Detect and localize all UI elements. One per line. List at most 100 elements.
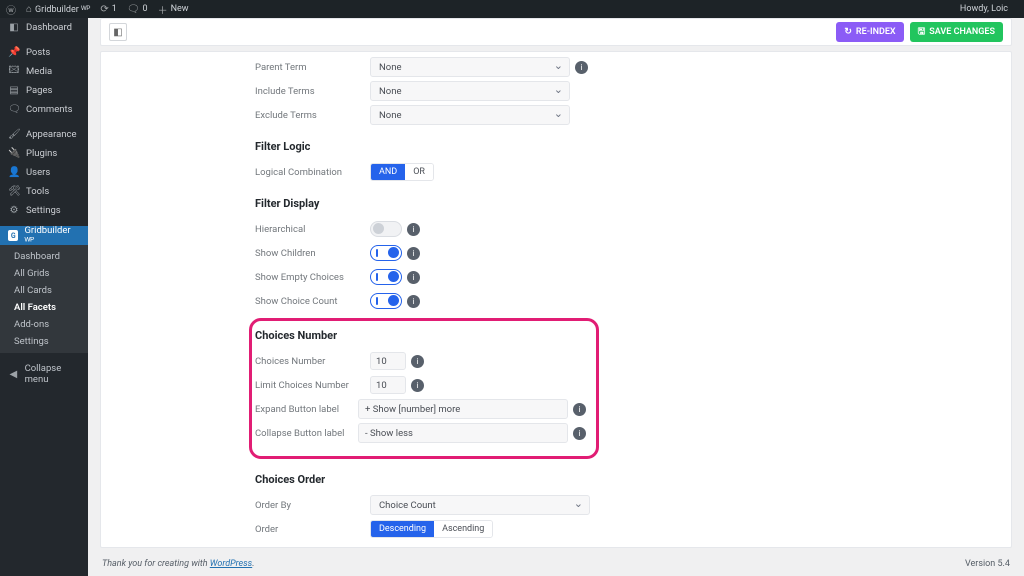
seg-logical-combination: AND OR xyxy=(370,163,434,181)
section-choices-number: Choices Number xyxy=(255,329,586,342)
sidebar-item-comments[interactable]: 🗨 Comments xyxy=(0,100,88,119)
collapse-icon: ◀ xyxy=(8,369,19,380)
sidebar-item-plugins[interactable]: 🔌Plugins xyxy=(0,144,88,163)
site-name: Gridbuilder ᵂᴾ xyxy=(35,4,90,15)
sidebar-item-settings[interactable]: ⚙Settings xyxy=(0,201,88,220)
sub-dashboard[interactable]: Dashboard xyxy=(0,248,88,265)
sidebar-label: Tools xyxy=(26,186,49,197)
input-collapse-label[interactable]: - Show less xyxy=(358,423,568,443)
toggle-show-children[interactable] xyxy=(370,245,402,261)
sidebar-item-appearance[interactable]: 🖌Appearance xyxy=(0,125,88,144)
opt-or[interactable]: OR xyxy=(405,164,433,180)
brush-icon: 🖌 xyxy=(8,129,20,140)
toggle-hierarchical[interactable] xyxy=(370,221,402,237)
dashboard-icon: ◧ xyxy=(8,22,20,33)
howdy-account[interactable]: Howdy, Loic xyxy=(960,4,1008,14)
admin-sidebar: ◧Dashboard 📌Posts 🖾Media ▤Pages 🗨Comment… xyxy=(0,18,88,576)
footer-thanks: Thank you for creating with WordPress. xyxy=(102,559,255,569)
sidebar-label: Pages xyxy=(26,85,52,96)
info-icon[interactable]: i xyxy=(407,271,420,284)
label-order-by: Order By xyxy=(255,500,370,511)
info-icon[interactable]: i xyxy=(407,295,420,308)
sidebar-item-tools[interactable]: 🛠 Tools xyxy=(0,182,88,201)
label-show-count: Show Choice Count xyxy=(255,296,370,307)
sub-settings[interactable]: Settings xyxy=(0,333,88,350)
sidebar-label: Users xyxy=(26,167,50,178)
panel-toolbar: ◧ ↻RE-INDEX 🖫SAVE CHANGES xyxy=(100,18,1012,46)
toggle-show-count[interactable] xyxy=(370,293,402,309)
new-label: New xyxy=(171,4,189,14)
input-limit-choices[interactable]: 10 xyxy=(370,376,406,394)
sidebar-label: Comments xyxy=(26,104,73,115)
sidebar-item-users[interactable]: 👤 Users xyxy=(0,163,88,182)
gridbuilder-icon: G xyxy=(8,230,18,241)
label-hierarchical: Hierarchical xyxy=(255,224,370,235)
info-icon[interactable]: i xyxy=(573,403,586,416)
footer-version: Version 5.4 xyxy=(965,559,1010,569)
save-changes-button[interactable]: 🖫SAVE CHANGES xyxy=(910,22,1003,42)
label-include-terms: Include Terms xyxy=(255,86,370,97)
wp-logo[interactable]: ⓦ xyxy=(6,2,16,17)
sub-all-cards[interactable]: All Cards xyxy=(0,282,88,299)
content-area: ◧ ↻RE-INDEX 🖫SAVE CHANGES Parent Term No… xyxy=(88,18,1024,576)
toggle-show-empty[interactable] xyxy=(370,269,402,285)
sub-all-grids[interactable]: All Grids xyxy=(0,265,88,282)
updates-count: 1 xyxy=(112,4,117,14)
select-include-terms[interactable]: None xyxy=(370,81,570,101)
sidebar-item-media[interactable]: 🖾Media xyxy=(0,62,88,81)
opt-ascending[interactable]: Ascending xyxy=(434,521,492,537)
info-icon[interactable]: i xyxy=(407,247,420,260)
info-icon[interactable]: i xyxy=(575,61,588,74)
sidebar-label: Gridbuilder ᵂᴾ xyxy=(24,225,80,247)
refresh-icon: ↻ xyxy=(844,27,852,37)
label-collapse-button: Collapse Button label xyxy=(255,428,358,439)
info-icon[interactable]: i xyxy=(573,427,586,440)
users-icon: 👤 xyxy=(8,167,20,178)
label-show-empty: Show Empty Choices xyxy=(255,272,370,283)
wp-admin-bar: ⓦ ⌂Gridbuilder ᵂᴾ ⟳1 🗨0 ＋New Howdy, Loic xyxy=(0,0,1024,18)
select-parent-term[interactable]: None xyxy=(370,57,570,77)
comments-count: 0 xyxy=(143,4,148,14)
comments-icon: 🗨 xyxy=(8,104,20,115)
sidebar-item-gridbuilder[interactable]: G Gridbuilder ᵂᴾ xyxy=(0,226,88,245)
sidebar-item-dashboard[interactable]: ◧Dashboard xyxy=(0,18,88,37)
collapse-menu[interactable]: ◀Collapse menu xyxy=(0,357,88,391)
sidebar-label: Plugins xyxy=(26,148,57,159)
pin-icon: 📌 xyxy=(8,47,20,58)
sidebar-label: Posts xyxy=(26,47,50,58)
howdy-text: Howdy, Loic xyxy=(960,4,1008,14)
section-filter-display: Filter Display xyxy=(255,197,875,210)
new-content-link[interactable]: ＋New xyxy=(158,2,189,17)
wrench-icon: 🛠 xyxy=(8,186,20,197)
select-order-by[interactable]: Choice Count xyxy=(370,495,590,515)
input-expand-label[interactable]: + Show [number] more xyxy=(358,399,568,419)
info-icon[interactable]: i xyxy=(407,223,420,236)
site-name-link[interactable]: ⌂Gridbuilder ᵂᴾ xyxy=(26,4,90,15)
select-exclude-terms[interactable]: None xyxy=(370,105,570,125)
info-icon[interactable]: i xyxy=(411,379,424,392)
sub-all-facets[interactable]: All Facets xyxy=(0,299,88,316)
opt-descending[interactable]: Descending xyxy=(371,521,434,537)
save-icon: 🖫 xyxy=(918,24,926,40)
pages-icon: ▤ xyxy=(8,85,20,96)
sidebar-item-posts[interactable]: 📌 Posts xyxy=(0,43,88,62)
label-show-children: Show Children xyxy=(255,248,370,259)
wordpress-link[interactable]: WordPress xyxy=(210,559,252,569)
updates-link[interactable]: ⟳1 xyxy=(100,4,116,15)
gridbuilder-submenu: Dashboard All Grids All Cards All Facets… xyxy=(0,245,88,353)
input-choices-number[interactable]: 10 xyxy=(370,352,406,370)
opt-and[interactable]: AND xyxy=(371,164,405,180)
reindex-button[interactable]: ↻RE-INDEX xyxy=(836,22,903,42)
wp-footer: Thank you for creating with WordPress. V… xyxy=(100,552,1012,576)
sub-addons[interactable]: Add-ons xyxy=(0,316,88,333)
section-choices-order: Choices Order xyxy=(255,473,875,486)
info-icon[interactable]: i xyxy=(411,355,424,368)
label-logical-combination: Logical Combination xyxy=(255,167,370,178)
sidebar-toggle-button[interactable]: ◧ xyxy=(109,23,127,41)
save-label: SAVE CHANGES xyxy=(929,27,995,37)
highlight-choices-number: Choices Number Choices Number 10i Limit … xyxy=(249,318,599,459)
comments-link[interactable]: 🗨0 xyxy=(127,4,148,15)
sidebar-label: Settings xyxy=(26,205,61,216)
sidebar-item-pages[interactable]: ▤ Pages xyxy=(0,81,88,100)
label-exclude-terms: Exclude Terms xyxy=(255,110,370,121)
